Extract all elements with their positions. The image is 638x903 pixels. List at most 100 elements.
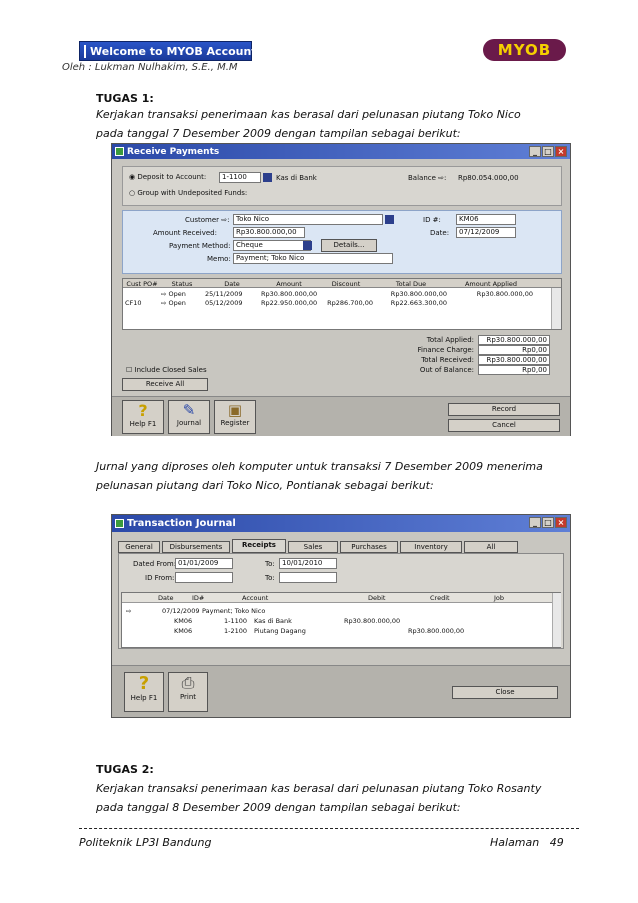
method-field[interactable]: Cheque bbox=[233, 240, 311, 251]
banner-text: Welcome to MYOB Accounting bbox=[90, 44, 277, 58]
tab-disbursements[interactable]: Disbursements bbox=[162, 541, 230, 553]
journal-button[interactable]: ✎ Journal bbox=[168, 400, 210, 434]
maximize-button[interactable]: □ bbox=[542, 517, 554, 528]
grid-col-header: Amount bbox=[276, 280, 302, 288]
journal-line-account: 1-2100 bbox=[224, 627, 248, 635]
journal-tabs: General Disbursements Receipts Sales Purchas… bbox=[118, 539, 564, 553]
id-field[interactable]: KM06 bbox=[456, 214, 516, 225]
grid-col-header: Total Due bbox=[395, 280, 427, 288]
footer-divider bbox=[79, 828, 579, 829]
total-label: Total Received: bbox=[421, 356, 474, 364]
grid-scrollbar[interactable] bbox=[551, 288, 561, 329]
details-button[interactable]: Details... bbox=[321, 239, 377, 252]
receive-title: Receive Payments bbox=[127, 146, 220, 157]
id-from-label: ID From: bbox=[145, 574, 175, 582]
deposit-account-name: Kas di Bank bbox=[276, 174, 317, 182]
journal-grid-header bbox=[122, 593, 552, 603]
receive-all-button[interactable]: Receive All bbox=[122, 378, 208, 391]
tab-sales[interactable]: Sales bbox=[288, 541, 338, 553]
memo-field[interactable]: Payment; Toko Nico bbox=[233, 253, 393, 264]
total-label: Out of Balance: bbox=[419, 366, 474, 374]
author-line: Oleh : Lukman Nulhakim, S.E., M.M bbox=[62, 62, 238, 73]
transaction-journal-window: Transaction Journal _ □ × General Disburs… bbox=[111, 514, 571, 718]
id-to-field[interactable] bbox=[279, 572, 337, 583]
to-date-field[interactable]: 10/01/2010 bbox=[279, 558, 337, 569]
entry-arrow-icon: ⇨ bbox=[126, 607, 132, 615]
balance-label: Balance ⇨: bbox=[408, 174, 447, 182]
grid-cell: 05/12/2009 bbox=[205, 299, 243, 307]
amount-field[interactable]: Rp30.800.000,00 bbox=[233, 227, 305, 238]
record-button[interactable]: Record bbox=[448, 403, 560, 416]
journal-col-header: Job bbox=[494, 594, 505, 602]
dated-from-label: Dated From: bbox=[133, 560, 177, 568]
grid-cell[interactable]: Rp30.800.000,00 bbox=[449, 290, 533, 298]
journal-close-button[interactable]: Close bbox=[452, 686, 558, 699]
journal-col-header: Date bbox=[158, 594, 174, 602]
page-number: 49 bbox=[549, 836, 564, 849]
journal-col-header: Credit bbox=[430, 594, 450, 602]
id-label: ID #: bbox=[423, 216, 441, 224]
tugas2-title: TUGAS 2: bbox=[96, 763, 154, 776]
journal-line-account: 1-1100 bbox=[224, 617, 248, 625]
journal-line-name: Kas di Bank bbox=[254, 617, 292, 625]
receive-toolbar: ? Help F1 ✎ Journal ▣ Register Record Ca… bbox=[112, 396, 570, 436]
journal-col-header: ID# bbox=[192, 594, 205, 602]
close-button[interactable]: × bbox=[555, 146, 567, 157]
print-label: Print bbox=[179, 693, 197, 701]
journal-line-name: Piutang Dagang bbox=[254, 627, 306, 635]
journal-help-button[interactable]: ? Help F1 bbox=[124, 672, 164, 712]
dated-from-field[interactable]: 01/01/2009 bbox=[175, 558, 233, 569]
grid-cell: Rp286.700,00 bbox=[327, 299, 373, 307]
amount-label: Amount Received: bbox=[153, 229, 217, 237]
total-value: Rp30.800.000,00 bbox=[478, 335, 550, 345]
id-to-label: To: bbox=[265, 574, 275, 582]
total-value: Rp30.800.000,00 bbox=[478, 355, 550, 365]
tab-all[interactable]: All bbox=[464, 541, 518, 553]
deposit-account-field[interactable]: 1-1100 bbox=[219, 172, 261, 183]
help-button[interactable]: ? Help F1 bbox=[122, 400, 164, 434]
tab-general[interactable]: General bbox=[118, 541, 160, 553]
total-label: Finance Charge: bbox=[417, 346, 474, 354]
close-button[interactable]: × bbox=[555, 517, 567, 528]
invoice-grid: Cust PO# Status Date Amount Discount Total Du… bbox=[122, 278, 562, 330]
grid-cell: ⇨ Open bbox=[161, 299, 186, 307]
customer-field[interactable]: Toko Nico bbox=[233, 214, 383, 225]
include-closed-checkbox[interactable]: ☐ Include Closed Sales bbox=[126, 366, 207, 374]
journal-toolbar: ? Help F1 ⎙ Print Close bbox=[112, 665, 570, 717]
footer-institution: Politeknik LP3I Bandung bbox=[79, 836, 212, 849]
method-dropdown-icon[interactable] bbox=[303, 241, 312, 250]
journal-titlebar: Transaction Journal _ □ × bbox=[112, 515, 570, 532]
deposit-radio[interactable]: ◉ Deposit to Account: bbox=[129, 173, 206, 181]
journal-label: Journal bbox=[176, 419, 202, 427]
grid-col-header: Date bbox=[224, 280, 240, 288]
minimize-button[interactable]: _ bbox=[529, 146, 541, 157]
id-from-field[interactable] bbox=[175, 572, 233, 583]
footer-page: Halaman 49 bbox=[490, 836, 564, 849]
print-button[interactable]: ⎙ Print bbox=[168, 672, 208, 712]
maximize-button[interactable]: □ bbox=[542, 146, 554, 157]
customer-panel: Customer ⇨: Toko Nico ID #: KM06 Amount … bbox=[122, 210, 562, 274]
account-list-icon[interactable] bbox=[263, 173, 272, 182]
date-field[interactable]: 07/12/2009 bbox=[456, 227, 516, 238]
journal-line-id: KM06 bbox=[174, 627, 193, 635]
tab-purchases[interactable]: Purchases bbox=[340, 541, 398, 553]
total-value: Rp0,00 bbox=[478, 365, 550, 375]
group-label: Group with Undeposited Funds: bbox=[137, 189, 248, 197]
journal-scrollbar[interactable] bbox=[552, 593, 561, 647]
journal-line-credit: Rp30.800.000,00 bbox=[408, 627, 465, 635]
customer-list-icon[interactable] bbox=[385, 215, 394, 224]
entry-date: 07/12/2009 bbox=[162, 607, 200, 615]
grid-cell: ⇨ Open bbox=[161, 290, 186, 298]
tab-inventory[interactable]: Inventory bbox=[400, 541, 462, 553]
journal-panel: Dated From: 01/01/2009 To: 10/01/2010 ID… bbox=[118, 553, 564, 649]
grid-cell: Rp30.800.000,00 bbox=[390, 290, 447, 298]
tab-receipts[interactable]: Receipts bbox=[232, 539, 286, 553]
cancel-button[interactable]: Cancel bbox=[448, 419, 560, 432]
minimize-button[interactable]: _ bbox=[529, 517, 541, 528]
register-button[interactable]: ▣ Register bbox=[214, 400, 256, 434]
total-label: Total Applied: bbox=[426, 336, 474, 344]
group-radio[interactable]: ○ Group with Undeposited Funds: bbox=[129, 189, 247, 197]
grid-col-header: Cust PO# bbox=[126, 280, 158, 288]
help-label: Help F1 bbox=[129, 420, 157, 428]
register-label: Register bbox=[220, 419, 250, 427]
